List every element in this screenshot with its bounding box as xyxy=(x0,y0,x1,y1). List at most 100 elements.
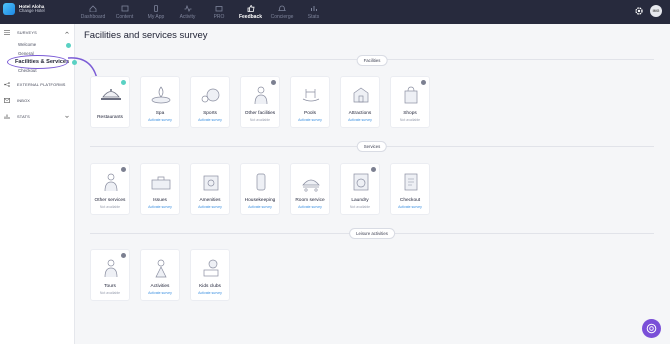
section-label-services: Services xyxy=(356,141,388,152)
activities-icon xyxy=(155,259,167,278)
chat-support-icon xyxy=(646,323,657,334)
check-badge-icon xyxy=(66,43,71,48)
sidebar-item-inbox[interactable]: INBOX xyxy=(4,98,72,103)
chevron-down-icon xyxy=(65,115,69,118)
card-pools[interactable]: Pools Activate survey xyxy=(290,76,330,128)
card-shops[interactable]: Shops Not available xyxy=(390,76,430,128)
list-icon xyxy=(4,30,10,35)
nav-stats[interactable]: Stats xyxy=(299,0,329,24)
card-title: Sports xyxy=(203,111,217,116)
sidebar-item-stats[interactable]: STATS xyxy=(4,114,72,119)
card-title: Kids clubs xyxy=(199,284,221,289)
page-title: Facilities and services survey xyxy=(84,30,208,41)
section-label-leisure-activities: Leisure activities xyxy=(349,228,395,239)
card-kids-clubs[interactable]: Kids clubs Activate survey xyxy=(190,249,230,301)
nav-label: Concierge xyxy=(270,13,294,20)
sidebar-item-external-platforms[interactable]: EXTERNAL PLATFORMS xyxy=(4,82,72,87)
activate-survey-link[interactable]: Activate survey xyxy=(341,118,379,122)
chat-support-button[interactable] xyxy=(642,319,661,338)
user-initials: IMG xyxy=(652,9,660,13)
room-service-icon xyxy=(302,179,320,192)
content-icon xyxy=(121,5,128,11)
home-icon xyxy=(89,4,97,12)
card-title: Other facilities xyxy=(244,111,276,116)
card-title: Activities xyxy=(150,284,170,289)
card-title: Room service xyxy=(295,198,325,203)
nav-my-app[interactable]: My App xyxy=(141,0,171,24)
card-checkout[interactable]: Checkout Activate survey xyxy=(390,163,430,215)
sidebar-item-welcome[interactable]: Welcome xyxy=(18,42,36,47)
attractions-icon xyxy=(353,87,369,103)
main-nav: Dashboard Content My App Activity PRO Fe… xyxy=(78,0,330,24)
checkout-icon xyxy=(404,173,418,191)
phone-icon xyxy=(154,4,158,12)
nav-label: Activity xyxy=(179,13,196,20)
card-housekeeping[interactable]: Housekeeping Activate survey xyxy=(240,163,280,215)
pool-icon xyxy=(302,89,320,102)
nav-label: Dashboard xyxy=(80,13,106,20)
card-tours[interactable]: Tours Not available xyxy=(90,249,130,301)
card-issues[interactable]: Issues Activate survey xyxy=(140,163,180,215)
card-restaurants[interactable]: Restaurants xyxy=(90,76,130,128)
activity-icon xyxy=(184,4,191,12)
chevron-up-icon xyxy=(65,31,69,34)
card-title: Amenities xyxy=(199,198,221,203)
card-title: Other services xyxy=(94,198,126,203)
card-attractions[interactable]: Attractions Activate survey xyxy=(340,76,380,128)
nav-concierge[interactable]: Concierge xyxy=(267,0,297,24)
card-laundry[interactable]: Laundry Not available xyxy=(340,163,380,215)
other-facilities-icon xyxy=(254,86,268,105)
card-title: Shops xyxy=(403,111,417,116)
shopping-bag-icon xyxy=(404,86,418,104)
sidebar: SURVEYS Welcome General Facilities & Ser… xyxy=(0,24,102,344)
card-activities[interactable]: Activities Activate survey xyxy=(140,249,180,301)
card-title: Checkout xyxy=(399,198,421,203)
user-avatar[interactable]: IMG xyxy=(650,5,662,17)
activate-survey-link[interactable]: Activate survey xyxy=(141,205,179,209)
activate-survey-link[interactable]: Activate survey xyxy=(291,205,329,209)
nav-dashboard[interactable]: Dashboard xyxy=(78,0,108,24)
activate-survey-link[interactable]: Activate survey xyxy=(191,291,229,295)
gear-icon[interactable] xyxy=(634,6,644,16)
highlight-circle-annotation xyxy=(7,55,68,69)
card-status: Not available xyxy=(249,118,271,122)
nav-activity[interactable]: Activity xyxy=(173,0,203,24)
nav-label: Feedback xyxy=(238,13,263,20)
nav-label: My App xyxy=(147,13,165,20)
stats-icon xyxy=(4,114,10,119)
nav-label: PRO xyxy=(213,13,225,20)
nav-label: Stats xyxy=(307,13,320,20)
card-title: Pools xyxy=(304,111,316,116)
sidebar-label: STATS xyxy=(17,114,30,119)
card-other-facilities[interactable]: Other facilities Not available xyxy=(240,76,280,128)
hotel-switcher[interactable]: Hotel Aloha Change Hotel xyxy=(3,3,45,15)
nav-feedback[interactable]: Feedback xyxy=(236,0,266,24)
restaurant-icon xyxy=(101,89,121,100)
nav-label: Content xyxy=(115,13,134,20)
card-amenities[interactable]: Amenities Activate survey xyxy=(190,163,230,215)
activate-survey-link[interactable]: Activate survey xyxy=(191,205,229,209)
share-icon xyxy=(4,82,10,87)
sidebar-item-surveys[interactable]: SURVEYS xyxy=(4,30,72,35)
card-spa[interactable]: Spa Activate survey xyxy=(140,76,180,128)
washing-machine-icon xyxy=(353,173,369,191)
card-other-services[interactable]: Other services Not available xyxy=(90,163,130,215)
activate-survey-link[interactable]: Activate survey xyxy=(141,118,179,122)
nav-pro[interactable]: PRO xyxy=(204,0,234,24)
card-title: Restaurants xyxy=(97,115,123,120)
activate-survey-link[interactable]: Activate survey xyxy=(141,291,179,295)
bell-icon xyxy=(278,5,286,11)
card-sports[interactable]: Sports Activate survey xyxy=(190,76,230,128)
activate-survey-link[interactable]: Activate survey xyxy=(291,118,329,122)
activate-survey-link[interactable]: Activate survey xyxy=(241,205,279,209)
card-title: Housekeeping xyxy=(244,198,276,203)
activate-survey-link[interactable]: Activate survey xyxy=(391,205,429,209)
card-status: Not available xyxy=(399,118,421,122)
activate-survey-link[interactable]: Activate survey xyxy=(191,118,229,122)
card-status: Not available xyxy=(99,205,121,209)
top-navigation-bar: Hotel Aloha Change Hotel Dashboard Conte… xyxy=(0,0,670,24)
change-hotel-link[interactable]: Change Hotel xyxy=(19,9,45,14)
card-room-service[interactable]: Room service Activate survey xyxy=(290,163,330,215)
card-title: Issues xyxy=(153,198,167,203)
nav-content[interactable]: Content xyxy=(110,0,140,24)
